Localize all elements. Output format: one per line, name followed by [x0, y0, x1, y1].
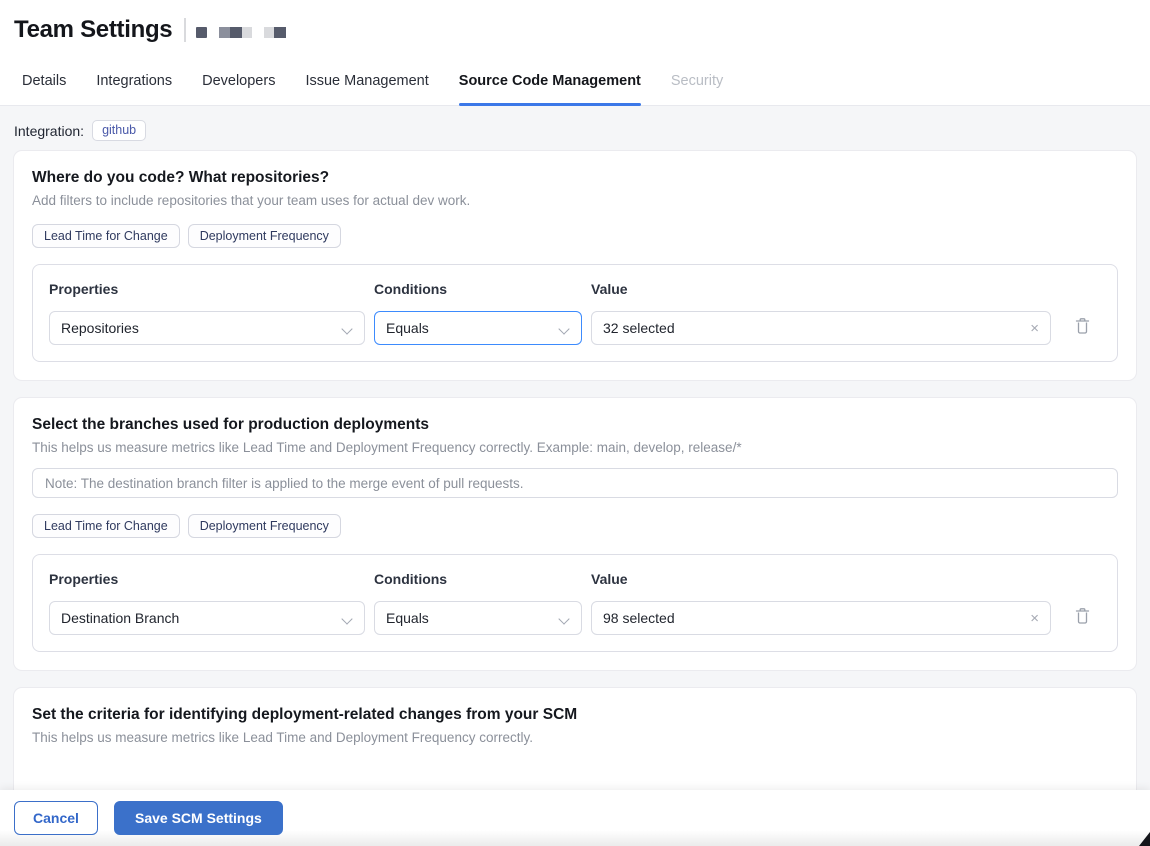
tab-details[interactable]: Details	[22, 56, 66, 105]
section-title: Where do you code? What repositories?	[32, 169, 330, 186]
redacted-block	[196, 26, 208, 38]
redacted-block	[219, 26, 253, 38]
delete-filter-button[interactable]	[1068, 311, 1096, 345]
footer-bar: Cancel Save SCM Settings	[0, 790, 1150, 846]
tab-issue-management[interactable]: Issue Management	[305, 56, 428, 105]
branch-note-input[interactable]	[32, 468, 1118, 498]
tab-security: Security	[670, 72, 724, 89]
conditions-select-value: Equals	[386, 320, 429, 336]
badge-deployment-frequency: Deployment Frequency	[187, 224, 341, 248]
metric-badge-row: Lead Time for Change Deployment Frequenc…	[32, 514, 1118, 538]
chevron-down-icon	[343, 323, 353, 333]
mouse-cursor	[1139, 832, 1150, 846]
conditions-label: Conditions	[374, 571, 448, 587]
metric-badge-row: Lead Time for Change Deployment Frequenc…	[32, 224, 1118, 248]
title-separator	[184, 18, 187, 42]
badge-deployment-frequency: Deployment Frequency	[187, 514, 341, 538]
value-label: Value	[591, 281, 628, 297]
save-scm-settings-button[interactable]: Save SCM Settings	[114, 801, 283, 835]
cancel-button[interactable]: Cancel	[14, 801, 98, 835]
delete-filter-button[interactable]	[1068, 601, 1096, 635]
filter-card: Properties Conditions Value Destination …	[32, 554, 1118, 652]
tab-integrations[interactable]: Integrations	[96, 56, 172, 105]
properties-select-value: Repositories	[61, 320, 139, 336]
chevron-down-icon	[560, 323, 570, 333]
section-title: Select the branches used for production …	[32, 416, 430, 433]
conditions-select[interactable]: Equals	[374, 311, 582, 345]
properties-select[interactable]: Repositories	[49, 311, 365, 345]
value-multiselect-text: 32 selected	[603, 320, 675, 336]
clear-icon[interactable]: ×	[1030, 611, 1039, 626]
tabs-bar: Details Integrations Developers Issue Ma…	[0, 56, 1150, 106]
integration-label: Integration:	[14, 122, 85, 139]
clear-icon[interactable]: ×	[1030, 321, 1039, 336]
section-description: This helps us measure metrics like Lead …	[32, 440, 742, 455]
section-repositories: Where do you code? What repositories? Ad…	[14, 151, 1136, 380]
section-branches: Select the branches used for production …	[14, 398, 1136, 670]
conditions-label: Conditions	[374, 281, 448, 297]
value-multiselect[interactable]: 32 selected ×	[591, 311, 1051, 345]
value-multiselect[interactable]: 98 selected ×	[591, 601, 1051, 635]
properties-select[interactable]: Destination Branch	[49, 601, 365, 635]
trash-icon	[1074, 317, 1091, 340]
integration-row: Integration: github	[14, 120, 1136, 141]
trash-icon	[1074, 607, 1091, 630]
value-multiselect-text: 98 selected	[603, 610, 675, 626]
page-title: Team Settings	[14, 16, 173, 43]
tab-developers[interactable]: Developers	[202, 56, 275, 105]
tab-source-code-management[interactable]: Source Code Management	[458, 56, 641, 106]
redacted-team-name	[196, 26, 287, 38]
section-description: This helps us measure metrics like Lead …	[32, 730, 533, 745]
badge-lead-time-for-change: Lead Time for Change	[32, 224, 180, 248]
chevron-down-icon	[560, 613, 570, 623]
properties-select-value: Destination Branch	[61, 610, 180, 626]
integration-badge: github	[92, 120, 147, 141]
filter-card: Properties Conditions Value Repositories…	[32, 264, 1118, 362]
section-description: Add filters to include repositories that…	[32, 193, 471, 208]
chevron-down-icon	[343, 613, 353, 623]
redacted-block	[264, 26, 287, 38]
conditions-select-value: Equals	[386, 610, 429, 626]
badge-lead-time-for-change: Lead Time for Change	[32, 514, 180, 538]
value-label: Value	[591, 571, 628, 587]
app-header: Team Settings	[0, 0, 1150, 56]
section-title: Set the criteria for identifying deploym…	[32, 706, 578, 723]
conditions-select[interactable]: Equals	[374, 601, 582, 635]
properties-label: Properties	[49, 281, 119, 297]
properties-label: Properties	[49, 571, 119, 587]
